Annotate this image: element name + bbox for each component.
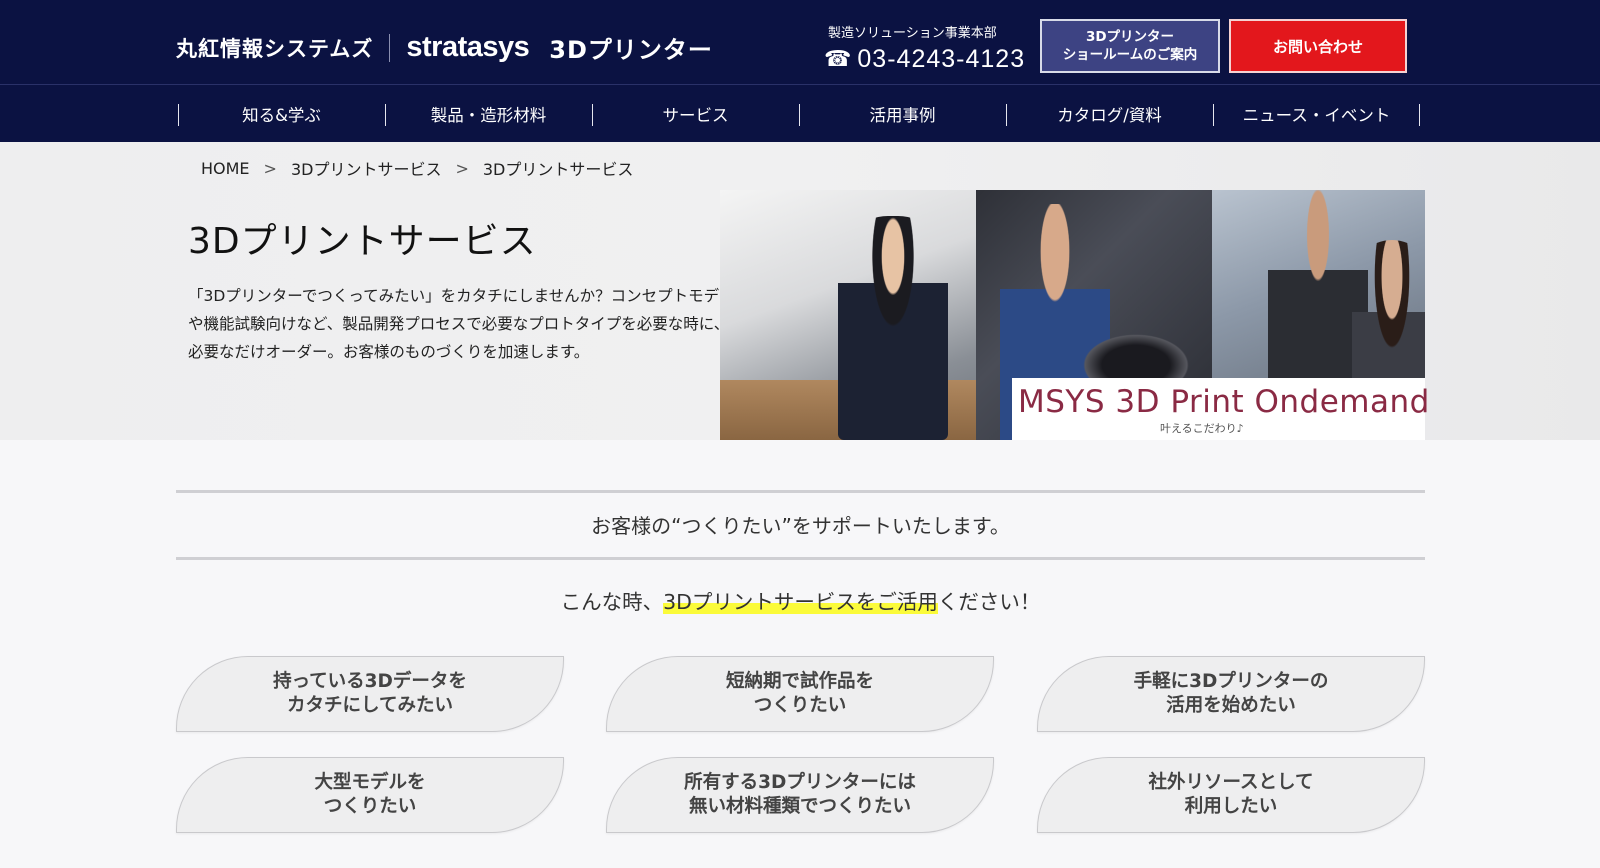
usecase-heading-post: ください！: [937, 590, 1041, 614]
breadcrumb-home[interactable]: HOME: [201, 159, 250, 178]
hero-photo-meeting: [720, 190, 976, 440]
logo-divider: [389, 33, 391, 62]
usecase-heading-pre: こんな時、: [560, 590, 664, 614]
breadcrumb-current: 3Dプリントサービス: [482, 160, 634, 179]
telephone-icon: ☎: [824, 46, 852, 72]
site-header: 丸紅情報システムズ stratasys 3Dプリンター 製造ソリューション事業本…: [0, 0, 1600, 84]
usecase-card[interactable]: 所有する3Dプリンターには 無い材料種類でつくりたい: [606, 757, 994, 833]
logo-brand: stratasys: [406, 31, 530, 63]
breadcrumb-item-service[interactable]: 3Dプリントサービス: [291, 156, 442, 180]
promo-banner-title: MSYS 3D Print Ondemand: [1018, 384, 1430, 420]
nav-item-cases[interactable]: 活用事例: [799, 85, 1006, 143]
nav-item-services[interactable]: サービス: [592, 85, 799, 143]
nav-item-news[interactable]: ニュース・イベント: [1213, 85, 1420, 143]
promo-banner: MSYS 3D Print Ondemand 叶えるこだわり♪: [1012, 378, 1429, 440]
logo-product: 3Dプリンター: [549, 36, 713, 64]
breadcrumb-separator: >: [455, 158, 469, 178]
contact-info: 製造ソリューション事業本部 ☎ 03-4243-4123: [824, 22, 1025, 74]
divider: [176, 557, 1425, 560]
promo-banner-subtitle: 叶えるこだわり♪: [1160, 422, 1244, 435]
usecase-heading-highlight: 3Dプリントサービスをご活用: [663, 590, 938, 614]
global-nav: 知る&学ぶ 製品・造形材料 サービス 活用事例 カタログ/資料 ニュース・イベン…: [0, 84, 1600, 142]
contact-phone[interactable]: ☎ 03-4243-4123: [824, 45, 1025, 74]
nav-item-products[interactable]: 製品・造形材料: [385, 85, 592, 143]
showroom-button[interactable]: 3Dプリンター ショールームのご案内: [1040, 19, 1220, 73]
usecase-heading: こんな時、3Dプリントサービスをご活用ください！: [176, 585, 1425, 615]
breadcrumb-separator: >: [263, 158, 277, 178]
site-logo[interactable]: 丸紅情報システムズ stratasys 3Dプリンター: [176, 30, 713, 65]
hero-description: 「3Dプリンターでつくってみたい」をカタチにしませんか？コンセプトモデルや機能試…: [188, 287, 735, 361]
support-message: お客様の“つくりたい”をサポートいたします。: [591, 514, 1010, 538]
usecase-card[interactable]: 短納期で試作品を つくりたい: [606, 656, 994, 732]
nav-item-learn[interactable]: 知る&学ぶ: [178, 85, 385, 143]
usecase-card[interactable]: 持っている3Dデータを カタチにしてみたい: [176, 656, 564, 732]
showroom-button-line1: 3Dプリンター: [1085, 28, 1175, 45]
divider: [176, 490, 1425, 493]
phone-number: 03-4243-4123: [857, 45, 1026, 73]
contact-button[interactable]: お問い合わせ: [1229, 19, 1407, 73]
usecase-card[interactable]: 社外リソースとして 利用したい: [1037, 757, 1425, 833]
showroom-button-line2: ショールームのご案内: [1062, 47, 1198, 63]
usecase-card[interactable]: 大型モデルを つくりたい: [176, 757, 564, 833]
logo-company-name: 丸紅情報システムズ: [176, 36, 374, 61]
page-title: 3Dプリントサービス: [188, 221, 537, 262]
usecase-card[interactable]: 手軽に3Dプリンターの 活用を始めたい: [1037, 656, 1425, 732]
breadcrumb: HOME > 3Dプリントサービス > 3Dプリントサービス: [201, 156, 633, 180]
contact-department: 製造ソリューション事業本部: [828, 26, 997, 41]
nav-item-catalog[interactable]: カタログ/資料: [1006, 85, 1213, 143]
